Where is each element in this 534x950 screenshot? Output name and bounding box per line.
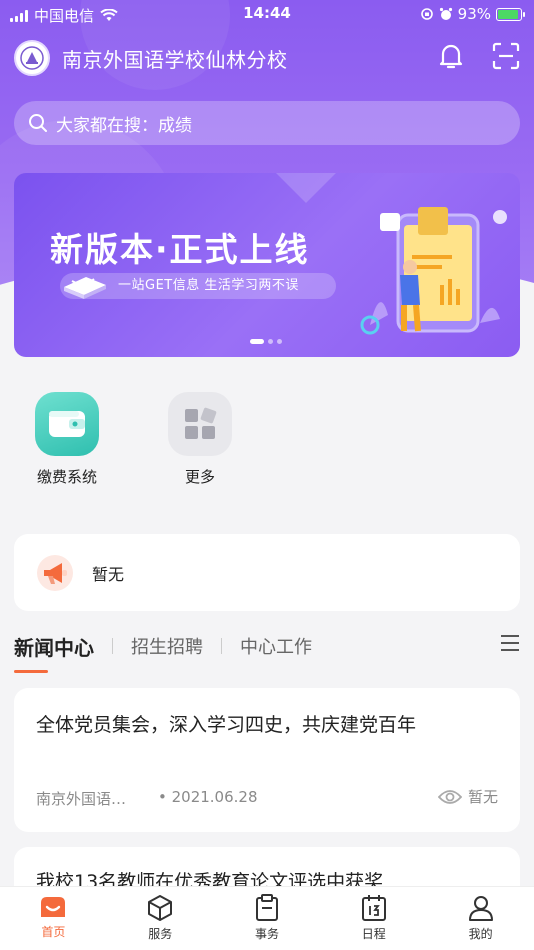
tabbar-label: 服务 [148, 927, 173, 941]
divider [112, 638, 113, 654]
notice-text: 暂无 [92, 564, 125, 584]
app-payment[interactable]: 缴费系统 [14, 392, 120, 487]
tabbar-label: 日程 [361, 927, 386, 941]
eye-icon [437, 789, 462, 804]
bottom-tab-bar: 首页 服务 事务 日程 我的 [0, 886, 534, 950]
orientation-lock-icon [420, 8, 433, 20]
bell-icon[interactable] [438, 42, 464, 70]
search-icon [29, 114, 47, 132]
active-tab-indicator [14, 670, 48, 673]
tabbar-home[interactable]: 首页 [0, 887, 107, 950]
tab-news-center[interactable]: 新闻中心 [14, 632, 94, 661]
app-header: 南京外国语学校仙林分校 [14, 38, 520, 78]
news-source: 南京外国语… [36, 790, 127, 808]
banner-illustration [360, 207, 507, 335]
clipboard-icon [255, 894, 278, 921]
user-icon [468, 896, 493, 921]
banner-headline: 新版本·正式上线 [50, 230, 310, 269]
news-card[interactable]: 全体党员集会，深入学习四史，共庆建党百年 南京外国语… • 2021.06.28… [14, 688, 520, 832]
school-logo [14, 40, 50, 76]
tabbar-services[interactable]: 服务 [107, 887, 214, 950]
news-date: • 2021.06.28 [158, 788, 258, 806]
calendar-icon [361, 895, 386, 921]
news-views: 暂无 [437, 786, 498, 807]
tab-admissions[interactable]: 招生招聘 [131, 633, 203, 659]
app-label: 缴费系统 [36, 468, 97, 486]
book-icon [64, 277, 106, 299]
tabbar-label: 首页 [41, 925, 66, 939]
carousel-dots [250, 339, 282, 344]
page-title: 南京外国语学校仙林分校 [62, 47, 288, 72]
wallet-icon [35, 392, 99, 456]
tabbar-label: 我的 [468, 927, 493, 941]
grid-icon [168, 392, 232, 456]
tabbar-profile[interactable]: 我的 [427, 887, 534, 950]
tabbar-affairs[interactable]: 事务 [214, 887, 321, 950]
menu-icon[interactable] [500, 634, 520, 652]
alarm-icon [439, 7, 452, 20]
scan-icon[interactable] [492, 42, 520, 70]
notice-bar[interactable]: 暂无 [14, 534, 520, 611]
search-placeholder: 大家都在搜：成绩 [56, 115, 192, 136]
battery-icon [496, 7, 525, 21]
news-tabs: 新闻中心 招生招聘 中心工作 [14, 628, 520, 664]
app-label: 更多 [184, 468, 215, 486]
battery-percent: 93% [457, 5, 491, 23]
app-more[interactable]: 更多 [147, 392, 253, 487]
promo-banner[interactable]: 新版本·正式上线 一站GET信息 生活学习两不误 [14, 173, 520, 357]
box-icon [148, 895, 173, 921]
decor-chevron [276, 173, 336, 203]
tab-center-work[interactable]: 中心工作 [240, 633, 312, 659]
tabbar-label: 事务 [254, 927, 279, 941]
divider [221, 638, 222, 654]
app-grid: 缴费系统 更多 [14, 392, 280, 487]
status-bar: 中国电信 14:44 93% [0, 0, 534, 28]
tabbar-schedule[interactable]: 日程 [320, 887, 427, 950]
home-icon [41, 897, 66, 917]
megaphone-icon [37, 554, 73, 591]
views-count: 暂无 [467, 788, 498, 806]
search-bar[interactable]: 大家都在搜：成绩 [14, 101, 520, 145]
news-title: 全体党员集会，深入学习四史，共庆建党百年 [36, 714, 417, 736]
